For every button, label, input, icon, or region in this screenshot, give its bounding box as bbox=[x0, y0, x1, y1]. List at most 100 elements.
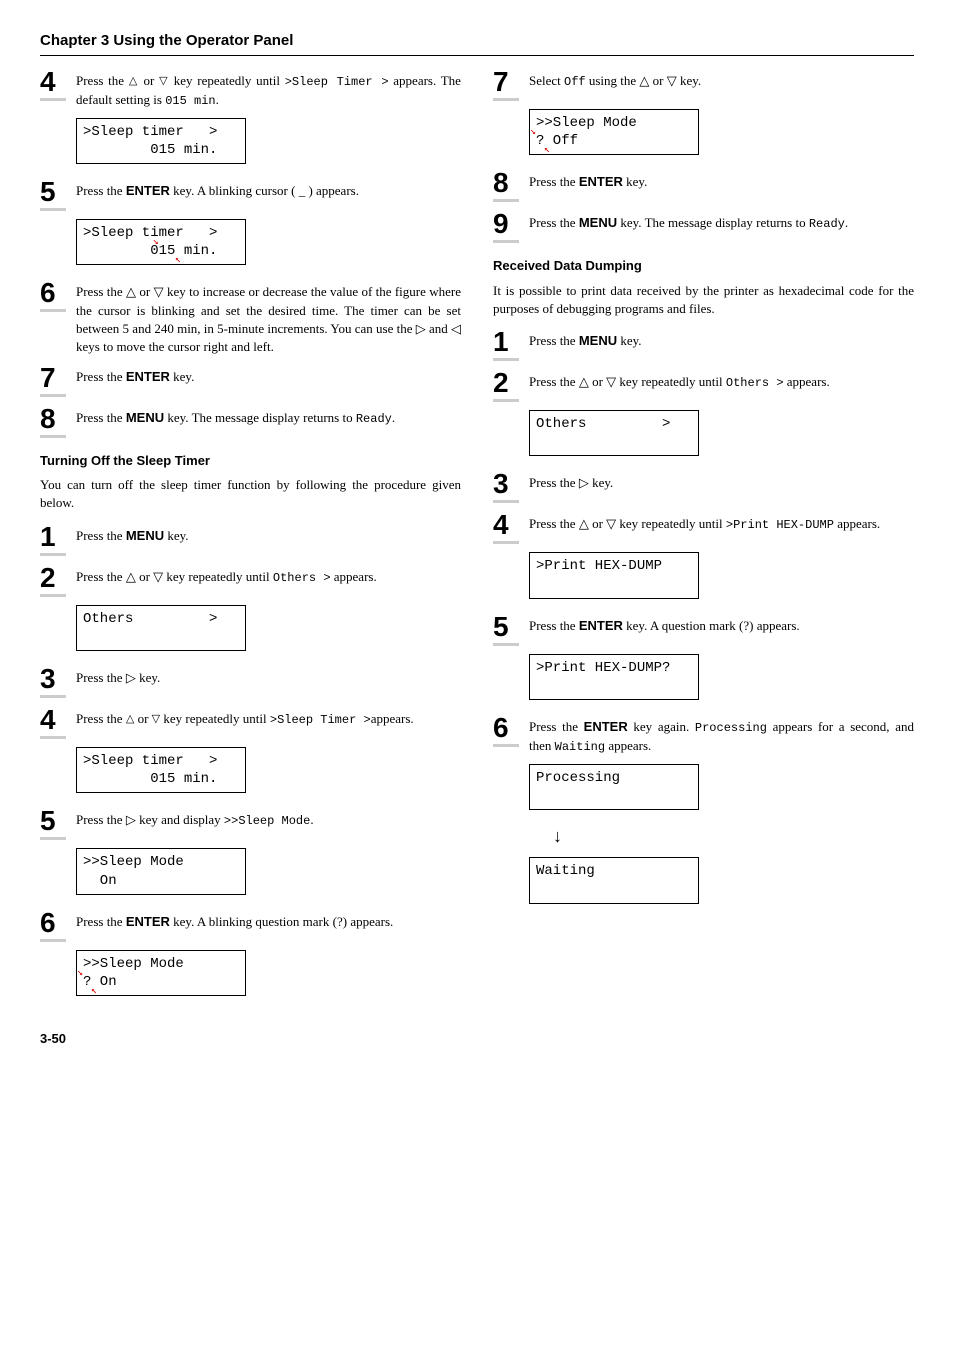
step-7r: 7 Select Off using the △ or ▽ key. bbox=[493, 68, 914, 101]
step-text: Press the ENTER key again. Processing ap… bbox=[529, 714, 914, 756]
step-number: 4 bbox=[40, 68, 66, 101]
blink-indicator-icon: ↘ bbox=[530, 126, 536, 139]
step-text: Press the MENU key. bbox=[529, 328, 914, 350]
step-text: Press the △ or ▽ key repeatedly until Ot… bbox=[76, 564, 461, 587]
step-text: Press the ENTER key. A question mark (?)… bbox=[529, 613, 914, 635]
key-label: ENTER bbox=[584, 719, 628, 734]
step-number: 2 bbox=[493, 369, 519, 402]
step-text: Press the MENU key. The message display … bbox=[76, 405, 461, 428]
step-number: 8 bbox=[493, 169, 519, 202]
triangle-down-icon: ▽ bbox=[159, 75, 169, 87]
step-3b: 3 Press the ▷ key. bbox=[40, 665, 461, 698]
step-number: 4 bbox=[493, 511, 519, 544]
code: >Sleep Timer > bbox=[285, 75, 389, 89]
code: Waiting bbox=[555, 740, 605, 754]
step-5b: 5 Press the ▷ key and display >>Sleep Mo… bbox=[40, 807, 461, 840]
lcd-display: Others > bbox=[76, 605, 246, 651]
chapter-title: Chapter 3 Using the Operator Panel bbox=[40, 30, 914, 51]
step-number: 4 bbox=[40, 706, 66, 739]
code: >>Sleep Mode bbox=[224, 814, 310, 828]
lcd-display: Waiting bbox=[529, 857, 699, 903]
step-text: Press the ▷ key. bbox=[76, 665, 461, 687]
step-number: 9 bbox=[493, 210, 519, 243]
key-label: ENTER bbox=[579, 174, 623, 189]
step-7: 7 Press the ENTER key. bbox=[40, 364, 461, 397]
step-text: Press the △ or ▽ key repeatedly until Ot… bbox=[529, 369, 914, 392]
step-text: Press the △ or ▽ key repeatedly until >S… bbox=[76, 68, 461, 110]
code: Processing bbox=[695, 721, 767, 735]
arrow-down-icon: ↓ bbox=[553, 824, 914, 849]
step-text: Press the ENTER key. A blinking question… bbox=[76, 909, 461, 931]
step-text: Press the ENTER key. A blinking cursor (… bbox=[76, 178, 461, 200]
intro-para: You can turn off the sleep timer functio… bbox=[40, 476, 461, 512]
triangle-down-icon: ▽ bbox=[152, 713, 160, 725]
step-number: 3 bbox=[493, 470, 519, 503]
key-label: MENU bbox=[126, 528, 164, 543]
step-6c: 6 Press the ENTER key again. Processing … bbox=[493, 714, 914, 756]
right-column: 7 Select Off using the △ or ▽ key. >>Sle… bbox=[493, 68, 914, 1010]
step-4b: 4 Press the △ or ▽ key repeatedly until … bbox=[40, 706, 461, 739]
step-number: 7 bbox=[493, 68, 519, 101]
step-text: Press the ENTER key. bbox=[529, 169, 914, 191]
code: >Print HEX-DUMP bbox=[726, 518, 834, 532]
two-columns: 4 Press the △ or ▽ key repeatedly until … bbox=[40, 68, 914, 1010]
intro-para: It is possible to print data received by… bbox=[493, 282, 914, 318]
step-text: Press the ENTER key. bbox=[76, 364, 461, 386]
step-2c: 2 Press the △ or ▽ key repeatedly until … bbox=[493, 369, 914, 402]
key-label: MENU bbox=[579, 333, 617, 348]
page-number: 3-50 bbox=[40, 1030, 914, 1048]
step-text: Press the △ or ▽ key repeatedly until >P… bbox=[529, 511, 914, 534]
code: Ready bbox=[356, 412, 392, 426]
step-number: 8 bbox=[40, 405, 66, 438]
step-3c: 3 Press the ▷ key. bbox=[493, 470, 914, 503]
rule bbox=[40, 55, 914, 56]
step-number: 1 bbox=[493, 328, 519, 361]
blink-indicator-icon: ↘ bbox=[544, 143, 550, 156]
lcd-display: >Sleep timer > 015 min. bbox=[76, 118, 246, 164]
lcd-display: >Print HEX-DUMP bbox=[529, 552, 699, 598]
step-number: 5 bbox=[40, 807, 66, 840]
step-1c: 1 Press the MENU key. bbox=[493, 328, 914, 361]
step-number: 6 bbox=[493, 714, 519, 747]
step-text: Press the MENU key. bbox=[76, 523, 461, 545]
step-number: 6 bbox=[40, 279, 66, 312]
blink-indicator-icon: ↘ bbox=[153, 236, 159, 249]
triangle-up-icon: △ bbox=[129, 75, 139, 87]
left-column: 4 Press the △ or ▽ key repeatedly until … bbox=[40, 68, 461, 1010]
step-text: Press the ▷ key and display >>Sleep Mode… bbox=[76, 807, 461, 830]
step-text: Select Off using the △ or ▽ key. bbox=[529, 68, 914, 91]
step-number: 5 bbox=[40, 178, 66, 211]
key-label: MENU bbox=[126, 410, 164, 425]
step-number: 7 bbox=[40, 364, 66, 397]
step-5c: 5 Press the ENTER key. A question mark (… bbox=[493, 613, 914, 646]
code: Ready bbox=[809, 217, 845, 231]
lcd-display: Others > bbox=[529, 410, 699, 456]
code: 015 min bbox=[165, 94, 215, 108]
step-5: 5 Press the ENTER key. A blinking cursor… bbox=[40, 178, 461, 211]
step-number: 6 bbox=[40, 909, 66, 942]
code: Off bbox=[564, 75, 586, 89]
step-4c: 4 Press the △ or ▽ key repeatedly until … bbox=[493, 511, 914, 544]
step-1b: 1 Press the MENU key. bbox=[40, 523, 461, 556]
step-number: 5 bbox=[493, 613, 519, 646]
section-heading: Received Data Dumping bbox=[493, 257, 914, 275]
step-6b: 6 Press the ENTER key. A blinking questi… bbox=[40, 909, 461, 942]
key-label: MENU bbox=[579, 215, 617, 230]
lcd-display: >Sleep timer > 015↘↘ min. bbox=[76, 219, 246, 265]
lcd-display: >Sleep timer > 015 min. bbox=[76, 747, 246, 793]
step-number: 2 bbox=[40, 564, 66, 597]
key-label: ENTER bbox=[126, 183, 170, 198]
key-label: ENTER bbox=[126, 369, 170, 384]
step-8r: 8 Press the ENTER key. bbox=[493, 169, 914, 202]
lcd-display: Processing bbox=[529, 764, 699, 810]
triangle-up-icon: △ bbox=[126, 713, 134, 725]
step-4: 4 Press the △ or ▽ key repeatedly until … bbox=[40, 68, 461, 110]
code: Others > bbox=[273, 571, 331, 585]
step-text: Press the △ or ▽ key repeatedly until >S… bbox=[76, 706, 461, 729]
step-text: Press the MENU key. The message display … bbox=[529, 210, 914, 233]
lcd-display: >>Sleep Mode On bbox=[76, 848, 246, 894]
blink-indicator-icon: ↘ bbox=[91, 984, 97, 997]
step-2b: 2 Press the △ or ▽ key repeatedly until … bbox=[40, 564, 461, 597]
lcd-display: >Print HEX-DUMP? bbox=[529, 654, 699, 700]
lcd-display: >>Sleep Mode ?↘↘ On bbox=[76, 950, 246, 996]
